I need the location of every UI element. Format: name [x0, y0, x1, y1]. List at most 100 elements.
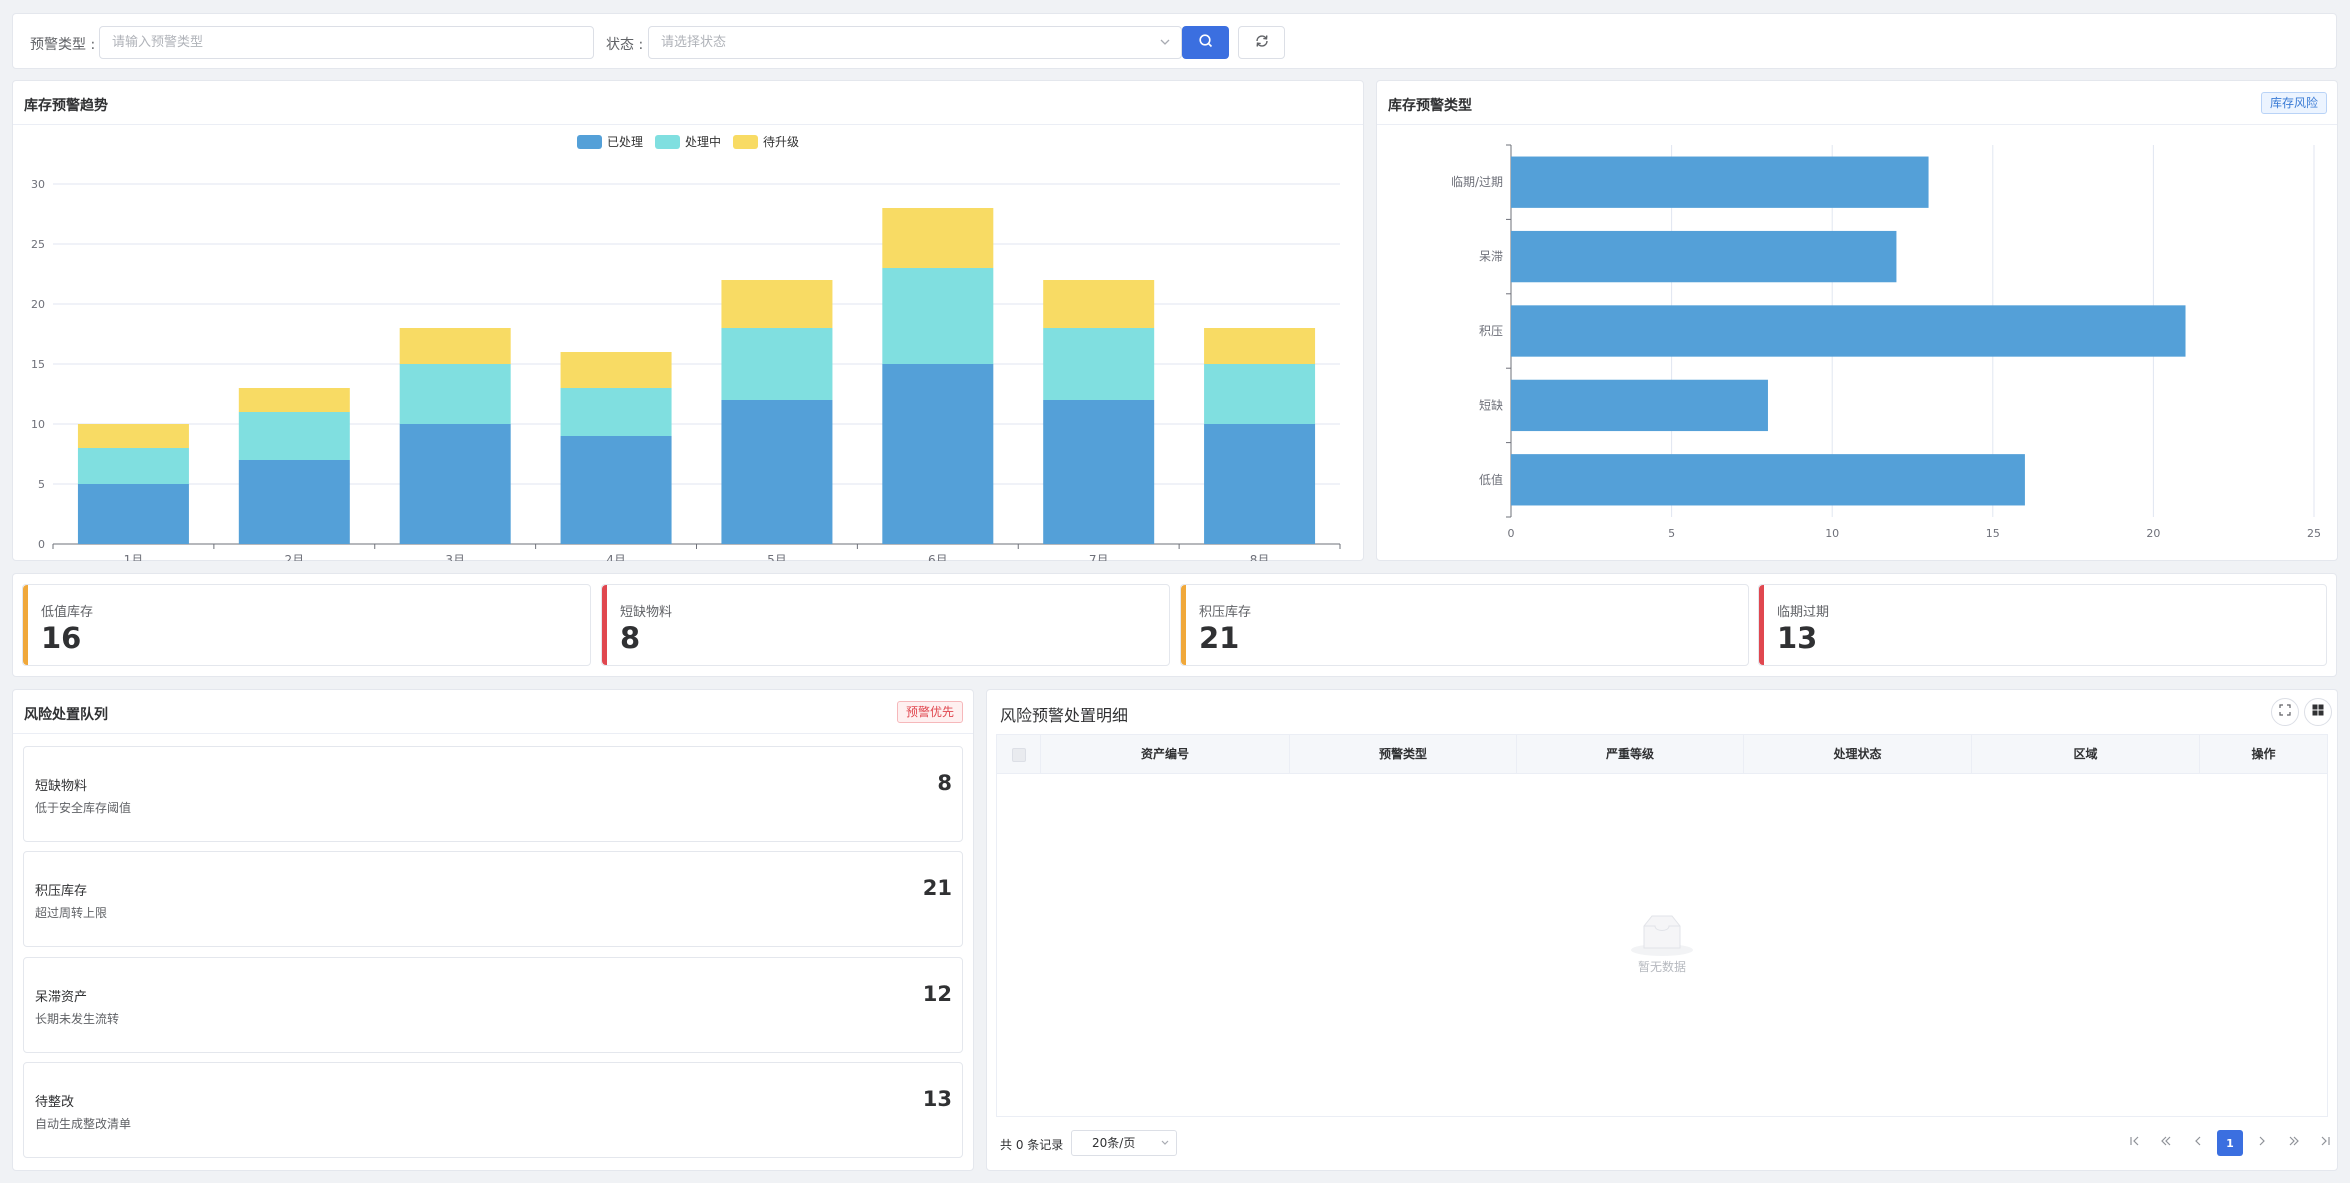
alert-priority-tag: 预警优先	[896, 701, 963, 723]
type-chart-panel: 库存预警类型 库存风险 0 5 10 15 20 25 临期/过期 呆滞 积压 短缺 低值	[1376, 80, 2338, 561]
search-bar: 预警类型 : 状态 : 请选择状态	[12, 13, 2337, 69]
bar-处理中	[882, 268, 994, 364]
table-header-row: 资产编号 预警类型 严重等级 处理状态 区域 操作	[997, 735, 2327, 774]
bar-待升级	[77, 424, 189, 448]
bar-待升级	[560, 352, 672, 388]
queue-item-title: 短缺物料	[35, 779, 88, 794]
kpi-label: 积压库存	[1199, 605, 1252, 620]
page-size-select[interactable]: 20条/页	[1071, 1130, 1177, 1156]
status-label: 状态 :	[606, 37, 644, 53]
queue-item-desc: 自动生成整改清单	[35, 1117, 132, 1131]
col-actions: 操作	[2251, 747, 2276, 761]
queue-item-shortage[interactable]: 短缺物料 低于安全库存阈值 8	[23, 746, 963, 842]
chevron-down-icon	[1159, 27, 1171, 70]
kpi-label: 临期过期	[1777, 605, 1830, 620]
kpi-label: 低值库存	[41, 605, 94, 620]
risk-queue-header: 风险处置队列 预警优先	[13, 690, 973, 734]
kpi-value: 13	[1777, 621, 1818, 655]
prev-page-button[interactable]	[2185, 1130, 2211, 1156]
risk-queue-panel: 风险处置队列 预警优先 短缺物料 低于安全库存阈值 8 积压库存 超过周转上限 …	[12, 689, 974, 1171]
queue-item-idle-assets[interactable]: 呆滞资产 长期未发生流转 12	[23, 957, 963, 1053]
queue-item-desc: 低于安全库存阈值	[35, 801, 132, 815]
refresh-icon	[1254, 33, 1270, 53]
col-severity[interactable]: 严重等级	[1517, 735, 1744, 774]
kpi-card-low-value: 低值库存 16	[22, 584, 591, 666]
bar-待升级	[721, 280, 833, 328]
next-icon	[2256, 1135, 2268, 1151]
bar-待升级	[238, 388, 350, 412]
x-tick-label: 10	[1825, 527, 1839, 540]
search-icon	[1198, 33, 1214, 53]
last-page-button[interactable]	[2312, 1130, 2338, 1156]
risk-queue-title: 风险处置队列	[24, 707, 108, 723]
bar-处理中	[1204, 364, 1316, 424]
queue-item-desc: 超过周转上限	[35, 906, 108, 920]
layout-icon	[2312, 704, 2324, 720]
kpi-accent	[23, 585, 28, 665]
col-asset-no[interactable]: 资产编号	[1041, 735, 1290, 774]
y-tick-label: 临期/过期	[1451, 175, 1503, 189]
y-tick-label: 5	[38, 478, 45, 491]
x-tick-label: 3月	[445, 553, 465, 561]
alert-type-label: 预警类型 :	[30, 37, 96, 53]
bar-处理中	[560, 388, 672, 436]
empty-text: 暂无数据	[1637, 960, 1686, 974]
bar-处理中	[77, 448, 189, 484]
kpi-card-overstock: 积压库存 21	[1180, 584, 1749, 666]
layout-button[interactable]	[2304, 698, 2332, 726]
fullscreen-button[interactable]	[2271, 698, 2299, 726]
bar-已处理	[77, 484, 189, 544]
trend-chart-panel: 库存预警趋势 已处理 处理中 待升级 0 5 10 15 20 25 30 1月 2月 3月 4月 5…	[12, 80, 1364, 561]
queue-item-title: 积压库存	[35, 884, 88, 899]
x-tick-label: 15	[1986, 527, 2000, 540]
bar-待升级	[1204, 328, 1316, 364]
next-page-button[interactable]	[2249, 1130, 2275, 1156]
page-number-current[interactable]: 1	[2217, 1130, 2243, 1156]
y-tick-label: 0	[38, 538, 45, 551]
col-alert-type[interactable]: 预警类型	[1290, 735, 1517, 774]
first-page-button[interactable]	[2122, 1130, 2148, 1156]
bar-处理中	[1043, 328, 1155, 400]
fullscreen-icon	[2279, 704, 2291, 720]
status-select[interactable]: 请选择状态	[648, 26, 1182, 59]
queue-item-rectify[interactable]: 待整改 自动生成整改清单 13	[23, 1062, 963, 1158]
type-chart: 0 5 10 15 20 25 临期/过期呆滞积压短缺低值	[1451, 144, 2321, 540]
bar-已处理	[882, 364, 994, 544]
select-all-checkbox[interactable]	[1011, 747, 1026, 762]
type-chart-title: 库存预警类型	[1388, 98, 1472, 114]
bar-积压	[1511, 305, 2186, 357]
bar-呆滞	[1511, 230, 1897, 283]
bar-已处理	[1204, 424, 1316, 544]
next-group-button[interactable]	[2281, 1130, 2307, 1156]
queue-item-overstock[interactable]: 积压库存 超过周转上限 21	[23, 851, 963, 947]
y-tick-label: 10	[31, 418, 45, 431]
queue-item-count: 8	[937, 771, 952, 795]
reset-button[interactable]	[1238, 26, 1285, 59]
chevron-down-icon	[1160, 1131, 1170, 1163]
y-tick-label: 30	[31, 178, 45, 191]
detail-table: 资产编号 预警类型 严重等级 处理状态 区域 操作 暂无数据	[996, 734, 2328, 1117]
col-region[interactable]: 区域	[1972, 735, 2200, 774]
x-tick-label: 2月	[284, 553, 304, 561]
empty-state: 暂无数据	[997, 912, 2327, 975]
bar-待升级	[399, 328, 511, 364]
last-page-icon	[2319, 1135, 2331, 1151]
y-tick-label: 呆滞	[1479, 250, 1503, 264]
y-tick-label: 短缺	[1479, 397, 1503, 412]
prev-group-button[interactable]	[2153, 1130, 2179, 1156]
queue-item-desc: 长期未发生流转	[35, 1012, 120, 1026]
kpi-card-expiring: 临期过期 13	[1758, 584, 2327, 666]
bar-待升级	[1043, 280, 1155, 328]
queue-item-count: 12	[922, 982, 952, 1006]
x-tick-label: 20	[2146, 527, 2160, 540]
bar-处理中	[721, 328, 833, 400]
bar-已处理	[238, 460, 350, 544]
bar-处理中	[399, 364, 511, 424]
alert-type-input[interactable]	[99, 26, 594, 59]
total-records: 共 0 条记录	[1000, 1138, 1064, 1152]
next-group-icon	[2288, 1135, 2300, 1151]
col-status[interactable]: 处理状态	[1744, 735, 1972, 774]
search-button[interactable]	[1182, 26, 1229, 59]
x-tick-label: 6月	[928, 553, 948, 561]
y-tick-label: 积压	[1479, 324, 1503, 338]
